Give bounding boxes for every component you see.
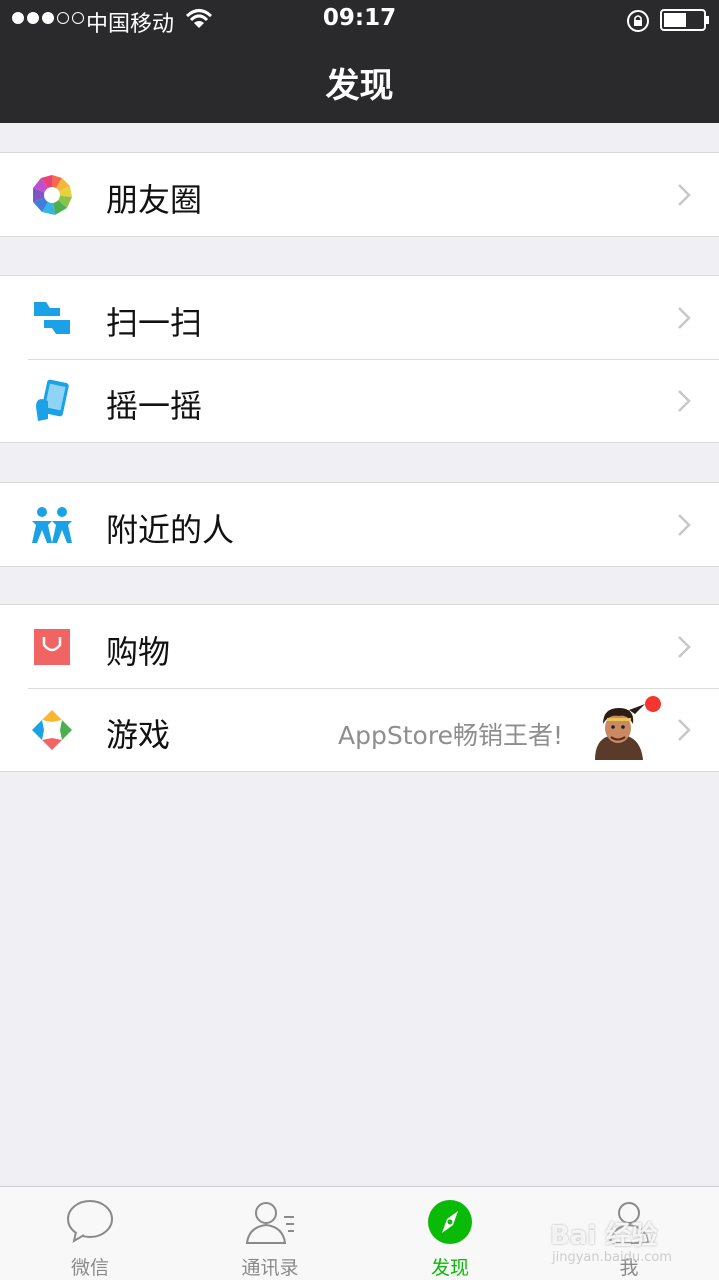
game-character-avatar: [595, 704, 645, 760]
chevron-right-icon: [678, 390, 691, 412]
list-item-scan[interactable]: 扫一扫: [0, 276, 719, 359]
group-moments: 朋友圈: [0, 152, 719, 237]
list-item-people-nearby[interactable]: 附近的人: [0, 483, 719, 566]
list-item-games[interactable]: 游戏 AppStore畅销王者!: [0, 688, 719, 771]
watermark-logo: Bai 经验: [550, 1221, 658, 1251]
tab-contacts[interactable]: 通讯录: [210, 1187, 330, 1280]
scan-icon: [34, 302, 70, 334]
tab-label: 发现: [430, 1257, 469, 1279]
list-item-label: 购物: [106, 633, 171, 671]
shopping-bag-icon: [34, 629, 70, 665]
tab-discover[interactable]: 发现: [390, 1187, 510, 1280]
chevron-right-icon: [678, 184, 691, 206]
top-bar: 中国移动 09:17 发现: [0, 0, 719, 123]
chat-bubble-icon: [67, 1200, 113, 1244]
rotation-lock-icon: [627, 10, 649, 32]
battery-icon: [660, 9, 709, 31]
group-nearby: 附近的人: [0, 482, 719, 567]
notification-badge: [645, 696, 661, 712]
people-nearby-icon: [32, 507, 72, 543]
list-item-label: 摇一摇: [106, 387, 203, 425]
list-item-label: 附近的人: [106, 511, 235, 549]
list-item-label: 游戏: [106, 716, 171, 754]
chevron-right-icon: [678, 307, 691, 329]
tab-label: 微信: [70, 1257, 109, 1279]
status-time: 09:17: [322, 5, 397, 31]
group-scan-shake: 扫一扫 摇一摇: [0, 275, 719, 443]
group-shopping-games: 购物 游戏 AppStore畅销王者!: [0, 604, 719, 772]
moments-icon: [33, 175, 72, 215]
chevron-right-icon: [678, 636, 691, 658]
list-item-moments[interactable]: 朋友圈: [0, 153, 719, 236]
games-icon: [32, 710, 72, 750]
status-bar: 中国移动 09:17: [0, 0, 719, 40]
list-item-shopping[interactable]: 购物: [0, 605, 719, 688]
page-title: 发现: [325, 66, 394, 106]
contacts-icon: [245, 1202, 294, 1244]
watermark-url: jingyan.baidu.com: [552, 1250, 672, 1265]
tab-chats[interactable]: 微信: [30, 1187, 150, 1280]
list-item-label: 朋友圈: [106, 181, 203, 219]
chevron-right-icon: [678, 719, 691, 741]
tab-label: 通讯录: [241, 1257, 299, 1279]
list-item-label: 扫一扫: [106, 304, 203, 342]
compass-icon: [428, 1200, 472, 1244]
chevron-right-icon: [678, 514, 691, 536]
list-item-shake[interactable]: 摇一摇: [0, 359, 719, 442]
games-promo-text: AppStore畅销王者!: [338, 721, 563, 750]
shake-icon: [36, 379, 69, 421]
